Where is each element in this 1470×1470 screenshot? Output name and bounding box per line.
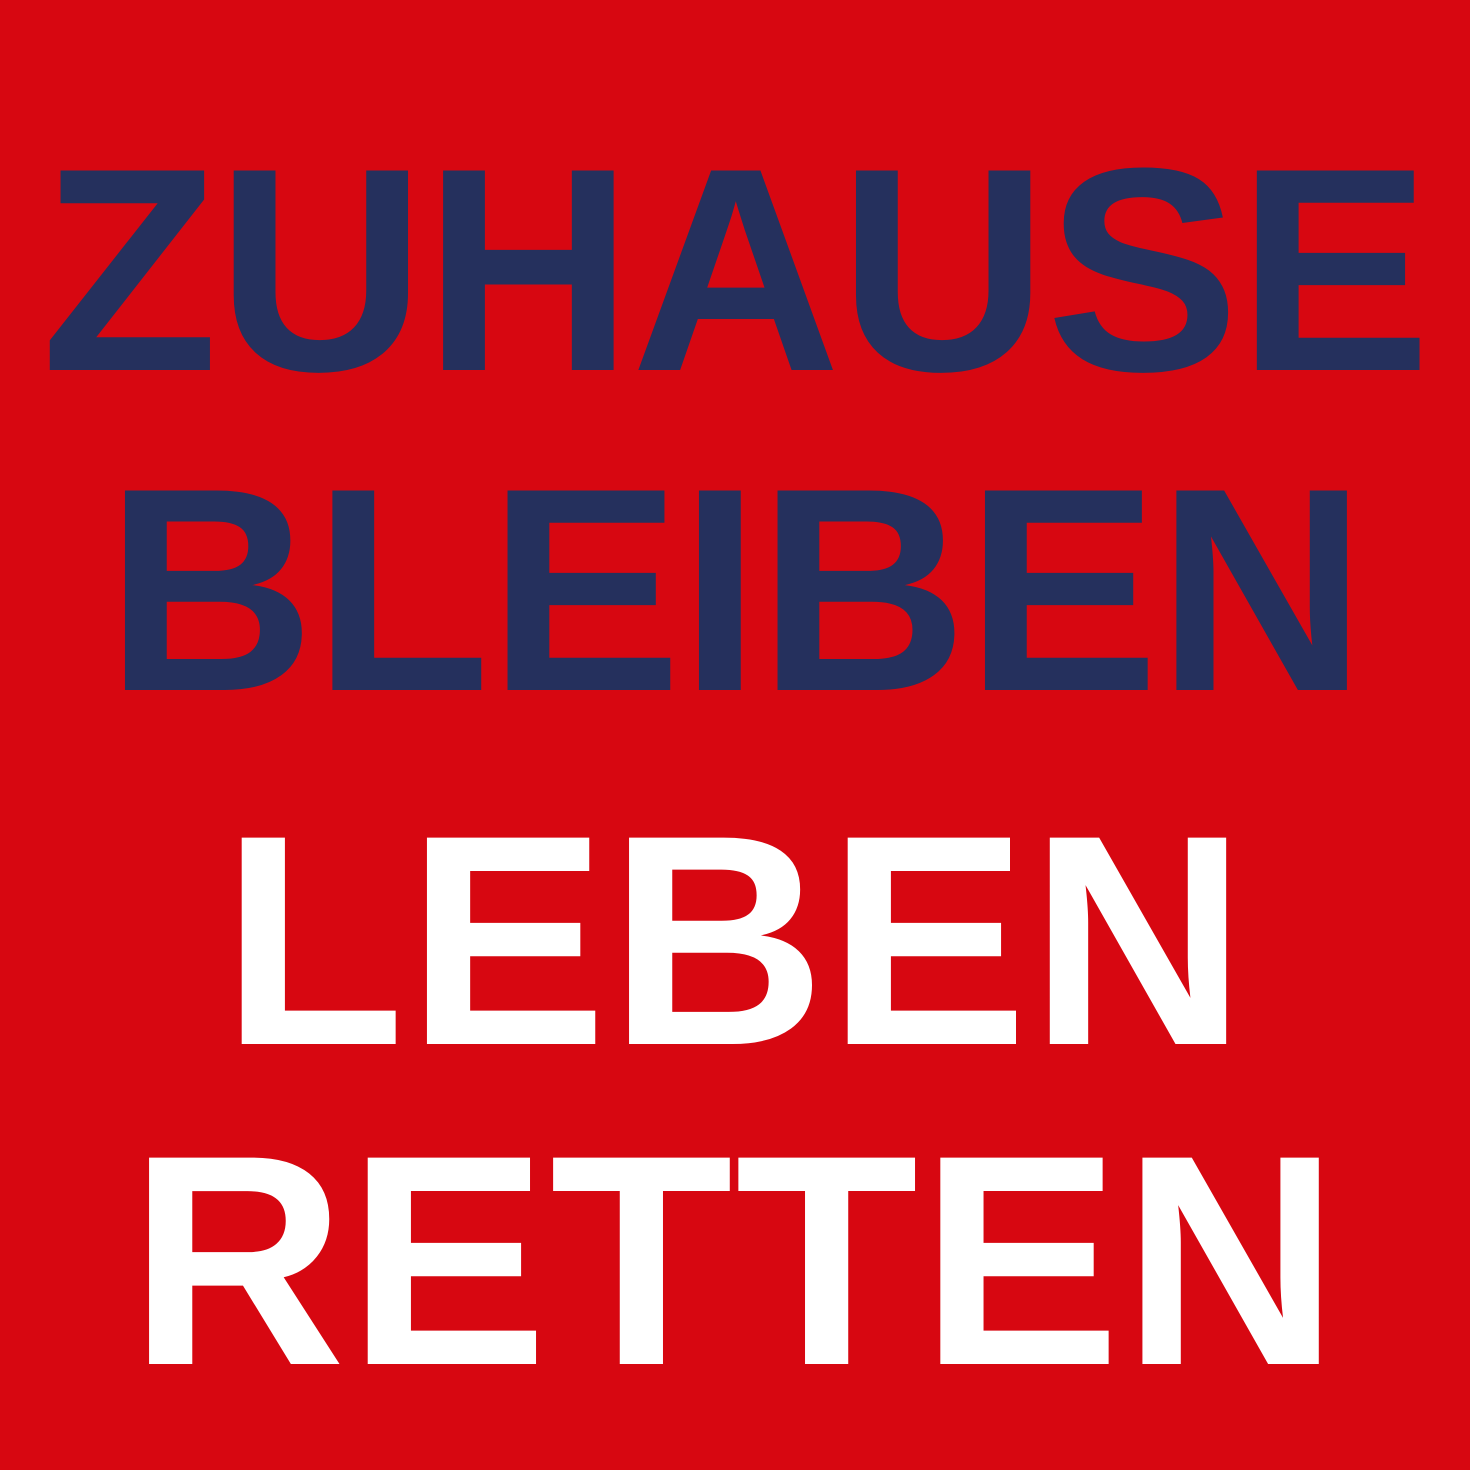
poster: ZUHAUSE BLEIBEN LEBEN RETTEN bbox=[0, 0, 1470, 1470]
subline-line-2: RETTEN bbox=[129, 1092, 1341, 1428]
headline-line-1: ZUHAUSE bbox=[41, 108, 1431, 432]
headline-line-2: BLEIBEN bbox=[105, 428, 1367, 752]
subline-line-1: LEBEN bbox=[221, 772, 1249, 1108]
